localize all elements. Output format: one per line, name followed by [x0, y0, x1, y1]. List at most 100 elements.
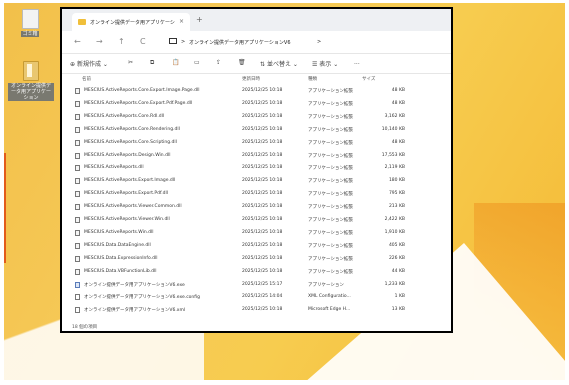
- file-type: アプリケーション拡張: [308, 230, 353, 236]
- file-explorer-window: オンライン提供データ用アプリケーシ × + ← → ↑ C > オンライン提供デ…: [60, 7, 453, 333]
- column-name[interactable]: 名前: [82, 76, 91, 82]
- file-row[interactable]: MESCIUS.ActiveReports.Viewer.Win.dll 2025…: [62, 215, 451, 226]
- file-size: 44 KB: [391, 268, 405, 274]
- file-row[interactable]: MESCIUS.ActiveReports.Export.Pdf.dll 2025…: [62, 189, 451, 200]
- more-button[interactable]: ...: [354, 59, 360, 66]
- address-bar: ← → ↑ C > オンライン提供データ用アプリケーションV6 >: [62, 31, 451, 54]
- back-button[interactable]: ←: [74, 37, 81, 46]
- file-row[interactable]: MESCIUS.ActiveReports.Viewer.Common.dll 2…: [62, 202, 451, 213]
- file-name: オンライン提供データ用アプリケーションV6.exe: [84, 282, 185, 288]
- file-size: 48 KB: [391, 100, 405, 106]
- file-name: MESCIUS.ActiveReports.Core.Export.Image.…: [84, 88, 200, 93]
- file-row[interactable]: MESCIUS.ActiveReports.Core.Export.Image.…: [62, 86, 451, 97]
- file-size: 1,233 KB: [384, 281, 405, 287]
- column-type[interactable]: 種類: [308, 76, 317, 82]
- desktop-icon-recycle-bin[interactable]: ゴミ箱: [10, 9, 50, 37]
- file-name: MESCIUS.ActiveReports.Viewer.Win.dll: [84, 217, 170, 222]
- file-icon: [75, 229, 80, 236]
- file-type: アプリケーション拡張: [308, 243, 353, 249]
- file-size: 2,119 KB: [384, 165, 405, 171]
- file-row[interactable]: オンライン提供データ用アプリケーションV6.xml 2025/12/25 10:1…: [62, 305, 451, 316]
- file-row[interactable]: MESCIUS.Data.ExpressionInfo.dll 2025/12/2…: [62, 254, 451, 265]
- file-icon: [75, 165, 80, 172]
- file-row[interactable]: オンライン提供データ用アプリケーションV6.exe 2025/12/25 15:1…: [62, 280, 451, 291]
- breadcrumb-item[interactable]: オンライン提供データ用アプリケーションV6: [189, 39, 291, 46]
- copy-icon[interactable]: ⧉: [150, 59, 154, 67]
- file-row[interactable]: MESCIUS.ActiveReports.Core.Scripting.dll…: [62, 138, 451, 149]
- paste-icon[interactable]: 📋: [172, 59, 179, 66]
- column-header: 名前 更新日時 種類 サイズ: [62, 74, 451, 84]
- file-row[interactable]: MESCIUS.ActiveReports.Core.Export.Pdf.Pa…: [62, 99, 451, 110]
- wallpaper-shape: [4, 153, 6, 263]
- file-size: 2,422 KB: [384, 217, 405, 222]
- file-name: MESCIUS.Data.VBFunctionLib.dll: [84, 268, 157, 274]
- file-date: 2025/12/25 10:18: [242, 255, 283, 261]
- file-type: アプリケーション拡張: [308, 89, 353, 94]
- file-row[interactable]: MESCIUS.ActiveReports.Core.Rendering.dll…: [62, 125, 451, 136]
- file-type: アプリケーション拡張: [308, 269, 353, 275]
- file-type: アプリケーション拡張: [308, 205, 353, 211]
- file-row[interactable]: MESCIUS.ActiveReports.Win.dll 2025/12/25 …: [62, 228, 451, 239]
- file-date: 2025/12/25 10:18: [242, 268, 283, 274]
- file-size: 48 KB: [391, 88, 405, 93]
- delete-icon[interactable]: 🗑: [238, 59, 246, 66]
- forward-button[interactable]: →: [96, 37, 103, 46]
- file-size: 3,162 KB: [384, 113, 405, 119]
- tab-title: オンライン提供データ用アプリケーシ: [90, 20, 175, 26]
- up-button[interactable]: ↑: [118, 37, 125, 46]
- file-name: オンライン提供データ用アプリケーションV6.xml: [84, 308, 186, 314]
- command-bar: ⊕ 新規作成 ⌄ ✂ ⧉ 📋 ▭ ⇪ 🗑 ⇅ 並べ替え ⌄ ☰ 表示 ⌄ ...: [62, 53, 451, 74]
- refresh-button[interactable]: C: [140, 37, 146, 46]
- share-icon[interactable]: ⇪: [216, 59, 221, 66]
- new-item-button[interactable]: ⊕ 新規作成 ⌄: [70, 59, 108, 68]
- file-size: 1,910 KB: [384, 229, 405, 235]
- column-size[interactable]: サイズ: [362, 76, 375, 82]
- file-row[interactable]: MESCIUS.Data.DataEngine.dll 2025/12/25 10…: [62, 241, 451, 252]
- cut-icon[interactable]: ✂: [128, 59, 133, 66]
- file-type: アプリケーション拡張: [308, 114, 353, 120]
- breadcrumb-separator: >: [181, 39, 186, 45]
- file-icon: [75, 126, 80, 133]
- file-icon: [75, 88, 80, 94]
- file-name: MESCIUS.Data.ExpressionInfo.dll: [84, 255, 158, 261]
- view-button[interactable]: ☰ 表示 ⌄: [312, 59, 338, 68]
- file-icon: [75, 100, 80, 107]
- rename-icon[interactable]: ▭: [194, 59, 200, 66]
- close-icon[interactable]: ×: [179, 18, 184, 25]
- file-date: 2025/12/25 10:18: [242, 242, 283, 248]
- file-row[interactable]: MESCIUS.ActiveReports.Export.Image.dll 20…: [62, 176, 451, 187]
- file-row[interactable]: MESCIUS.ActiveReports.Core.Rdl.dll 2025/1…: [62, 112, 451, 123]
- file-date: 2025/12/25 10:18: [242, 217, 283, 222]
- column-date[interactable]: 更新日時: [242, 76, 260, 82]
- file-icon: [75, 152, 80, 159]
- file-icon: [75, 242, 80, 249]
- folder-icon: [23, 61, 39, 81]
- file-type: アプリケーション拡張: [308, 256, 353, 262]
- file-name: MESCIUS.ActiveReports.Core.Rendering.dll: [84, 126, 180, 132]
- file-type: Microsoft Edge H...: [308, 307, 351, 313]
- breadcrumb[interactable]: > オンライン提供データ用アプリケーションV6 >: [167, 36, 347, 48]
- sort-label: 並べ替え: [266, 61, 291, 68]
- new-tab-button[interactable]: +: [196, 15, 203, 24]
- file-row[interactable]: オンライン提供データ用アプリケーションV6.exe.config 2025/12/…: [62, 292, 451, 303]
- file-name: オンライン提供データ用アプリケーションV6.exe.config: [84, 295, 200, 301]
- file-name: MESCIUS.ActiveReports.dll: [84, 165, 144, 171]
- file-icon: [75, 178, 80, 185]
- file-row[interactable]: MESCIUS.ActiveReports.Design.Win.dll 2025…: [62, 151, 451, 162]
- tab-folder[interactable]: オンライン提供データ用アプリケーシ ×: [72, 13, 190, 31]
- file-row[interactable]: MESCIUS.ActiveReports.dll 2025/12/25 10:1…: [62, 163, 451, 174]
- file-name: MESCIUS.ActiveReports.Viewer.Common.dll: [84, 204, 182, 210]
- file-type: アプリケーション拡張: [308, 179, 353, 185]
- file-size: 1 KB: [394, 294, 405, 300]
- status-bar: 18 個の項目: [72, 325, 98, 330]
- file-type: アプリケーション拡張: [308, 140, 353, 146]
- file-size: 10,140 KB: [381, 126, 405, 132]
- sort-button[interactable]: ⇅ 並べ替え ⌄: [260, 59, 298, 68]
- file-type: アプリケーション拡張: [308, 127, 353, 133]
- file-row[interactable]: MESCIUS.Data.VBFunctionLib.dll 2025/12/25…: [62, 267, 451, 278]
- file-icon: [75, 307, 80, 314]
- file-icon: [75, 255, 80, 262]
- file-name: MESCIUS.ActiveReports.Design.Win.dll: [84, 152, 171, 158]
- file-icon: [75, 268, 80, 275]
- desktop-icon-app-folder[interactable]: オンライン提供データ用アプリケーション: [8, 61, 54, 101]
